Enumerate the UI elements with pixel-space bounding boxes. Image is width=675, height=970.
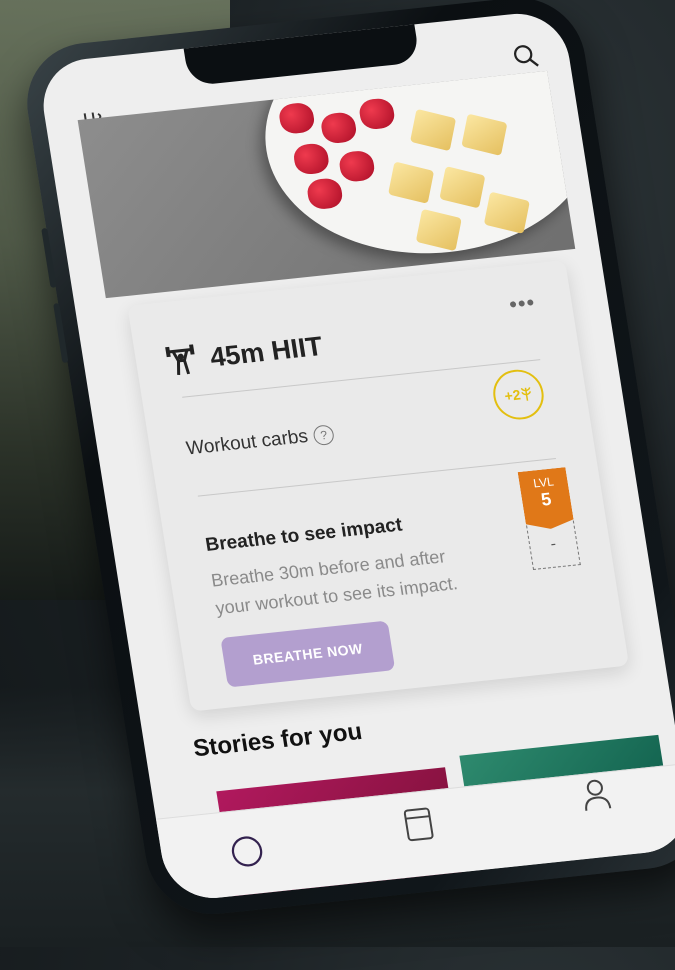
level-next-value: - (549, 535, 558, 553)
workout-title: 45m HIIT (207, 330, 325, 372)
wheat-icon (520, 387, 531, 401)
divider (197, 458, 556, 497)
level-next: - (526, 520, 581, 571)
home-circle-icon[interactable] (227, 833, 266, 870)
breathe-now-button[interactable]: BREATHE NOW (220, 620, 396, 688)
workout-header: 45m HIIT (164, 330, 325, 378)
profile-icon[interactable] (578, 776, 613, 813)
more-options-icon[interactable]: ••• (507, 289, 537, 317)
workout-carbs-row: Workout carbs ? (185, 423, 336, 460)
book-icon[interactable] (401, 805, 436, 844)
level-current: LVL 5 (518, 467, 575, 531)
weightlifter-icon (165, 344, 195, 376)
stories-title: Stories for you (191, 717, 364, 763)
help-icon[interactable]: ? (312, 424, 336, 447)
carb-badge[interactable]: +2 (489, 367, 548, 422)
workout-carbs-label: Workout carbs (184, 425, 310, 460)
level-badge: LVL 5 - (518, 467, 582, 575)
level-value: 5 (539, 488, 553, 510)
food-hero-image (77, 70, 576, 299)
workout-card[interactable]: 45m HIIT ••• Workout carbs ? +2 Breathe … (127, 259, 630, 712)
search-icon[interactable] (511, 42, 541, 70)
